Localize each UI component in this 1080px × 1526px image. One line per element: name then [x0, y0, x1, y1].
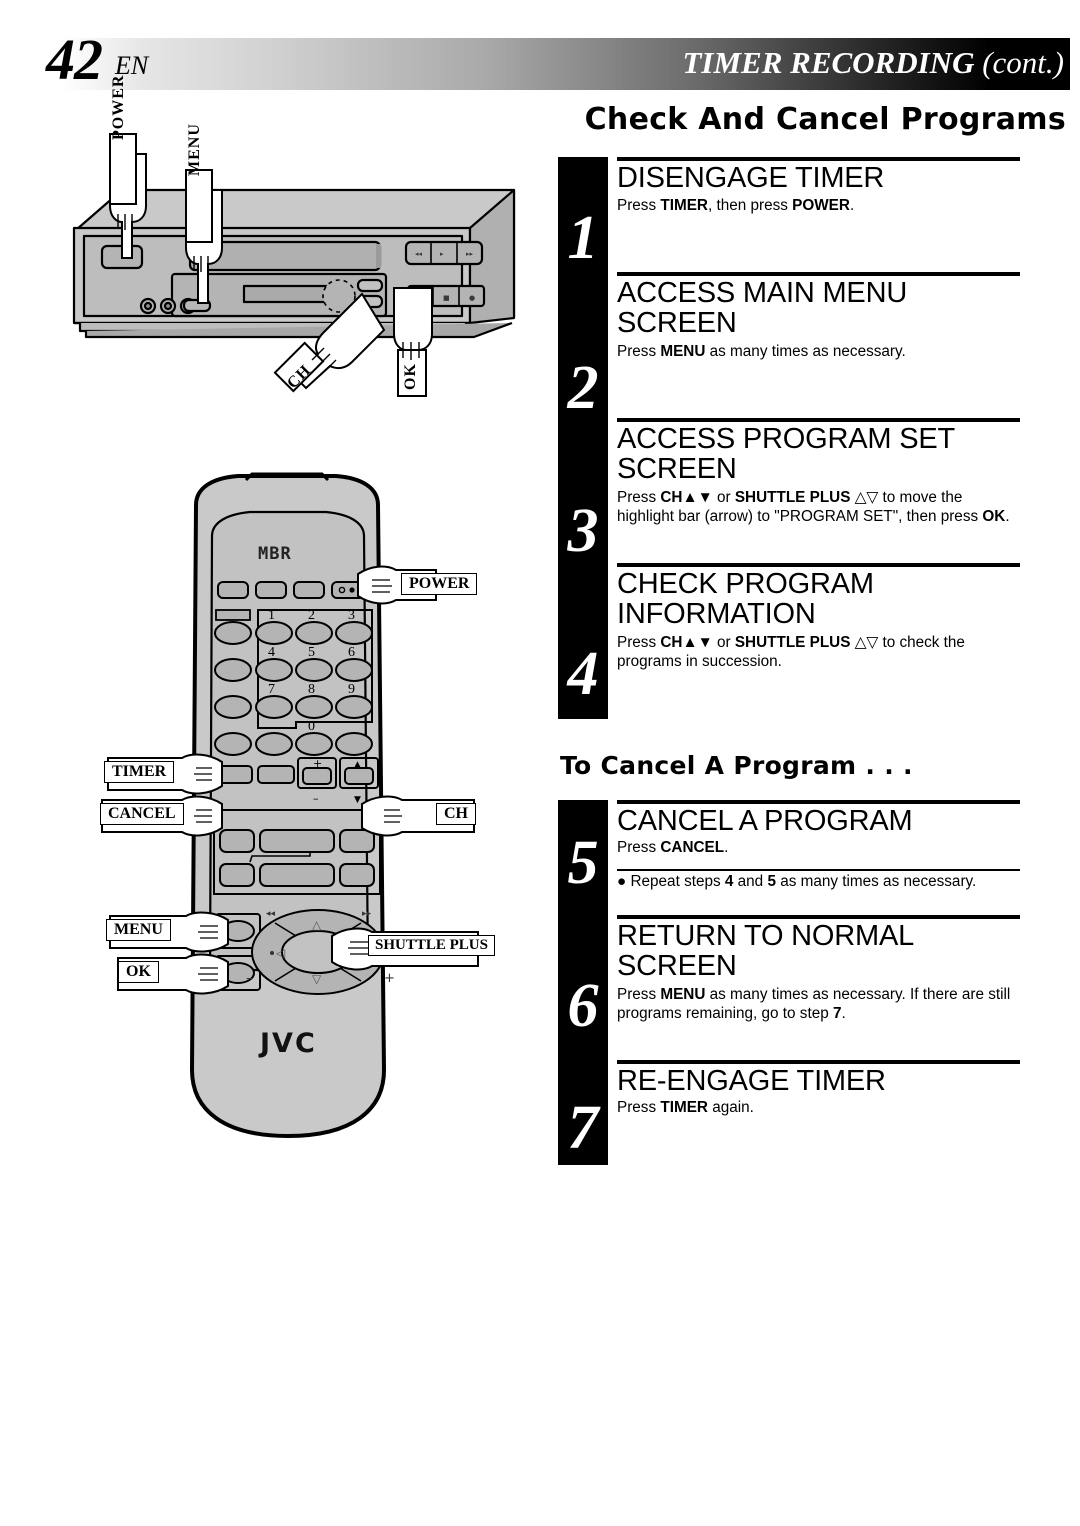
step-body-5: Press CANCEL. — [617, 839, 729, 856]
step-rule-7 — [617, 1060, 1020, 1064]
step-number-6: 6 — [567, 972, 599, 1040]
remote-callout-label-power: POWER — [401, 573, 478, 595]
step-number-7: 7 — [567, 1094, 599, 1162]
keypad-label-2: 2 — [308, 608, 315, 623]
svg-text:◂◂: ◂◂ — [415, 250, 423, 258]
step-heading-3: ACCESS PROGRAM SET SCREEN — [617, 423, 955, 485]
subsection-title: To Cancel A Program . . . — [560, 751, 913, 780]
header-title: TIMER RECORDING (cont.) — [682, 46, 1064, 80]
step-body-6: Press MENU as many times as necessary. I… — [617, 986, 1011, 1022]
keypad-label-8: 8 — [308, 682, 315, 697]
vcr-callout-label-power: POWER — [110, 74, 127, 140]
step-number-4: 4 — [567, 640, 599, 708]
keypad-label-0: 0 — [308, 719, 315, 734]
keypad-label-7: 7 — [268, 682, 275, 697]
svg-text:+: + — [313, 757, 322, 770]
keypad-label-5: 5 — [308, 645, 315, 660]
step-rule-4 — [617, 563, 1020, 567]
keypad-label-9: 9 — [348, 682, 355, 697]
step-body-7: Press TIMER again. — [617, 1099, 754, 1116]
svg-text:◂◂: ◂◂ — [266, 909, 276, 919]
step-rule-3 — [617, 418, 1020, 422]
step-heading-1: DISENGAGE TIMER — [617, 162, 885, 194]
remote-brand-top: MBR — [258, 544, 292, 564]
vcr-callout-label-menu: MENU — [186, 123, 203, 176]
step-rule-5 — [617, 800, 1020, 804]
step-number-3: 3 — [567, 497, 599, 565]
keypad-label-1: 1 — [268, 608, 275, 623]
step-number-2: 2 — [567, 354, 599, 422]
remote-callout-label-shuttle-plus: SHUTTLE PLUS — [368, 935, 495, 956]
remote-callout-label-menu: MENU — [106, 919, 171, 941]
step-rule-1 — [617, 157, 1020, 161]
header-title-cont: (cont.) — [982, 45, 1064, 80]
vcr-callout-label-ok: OK — [402, 363, 419, 390]
remote-brand-bottom: JVC — [260, 1028, 317, 1059]
keypad-label-6: 6 — [348, 645, 355, 660]
step-number-5: 5 — [567, 829, 599, 897]
step-heading-5: CANCEL A PROGRAM — [617, 805, 913, 837]
svg-text:–: – — [313, 792, 319, 805]
section-title: Check And Cancel Programs — [584, 102, 1066, 137]
step-rule-2 — [617, 272, 1020, 276]
header-title-main: TIMER RECORDING — [682, 45, 975, 80]
step-body-1: Press TIMER, then press POWER. — [617, 197, 855, 214]
step-note-rule-5 — [617, 869, 1020, 871]
step-rule-6 — [617, 915, 1020, 919]
svg-text:▲: ▲ — [354, 760, 361, 770]
keypad-label-3: 3 — [348, 608, 355, 623]
shuttle-up-glyph: △ — [312, 918, 322, 932]
step-number-1: 1 — [567, 204, 599, 272]
step-body-2: Press MENU as many times as necessary. — [617, 343, 906, 360]
svg-text:▸: ▸ — [440, 250, 444, 258]
step-heading-2: ACCESS MAIN MENU SCREEN — [617, 277, 908, 339]
shuttle-down-glyph: ▽ — [312, 972, 322, 986]
svg-text:●: ● — [469, 294, 475, 302]
shuttle-left-glyph: ◁ — [275, 946, 285, 960]
step-heading-4: CHECK PROGRAM INFORMATION — [617, 568, 874, 630]
step-body-4: Press CH▲▼ or SHUTTLE PLUS △▽ to check t… — [617, 634, 965, 670]
svg-text:▸▸: ▸▸ — [362, 909, 372, 919]
remote-callout-label-timer: TIMER — [104, 761, 175, 783]
step-heading-7: RE-ENGAGE TIMER — [617, 1065, 886, 1097]
svg-text:▼: ▼ — [354, 795, 361, 805]
remote-callout-label-ok: OK — [118, 961, 159, 983]
svg-text:+: + — [384, 971, 395, 986]
step-note-5: ● Repeat steps 4 and 5 as many times as … — [617, 873, 977, 890]
manual-page: 42 EN TIMER RECORDING (cont.) Check And … — [0, 0, 1080, 1526]
page-number: 42 — [46, 27, 103, 92]
svg-text:■: ■ — [443, 294, 450, 302]
step-body-3: Press CH▲▼ or SHUTTLE PLUS △▽ to move th… — [617, 489, 1010, 525]
vcr-figure: ◂◂▸▸▸ ●■● — [62, 75, 532, 408]
keypad-label-4: 4 — [268, 645, 275, 660]
step-heading-6: RETURN TO NORMAL SCREEN — [617, 920, 913, 982]
remote-callout-label-cancel: CANCEL — [100, 803, 184, 825]
remote-callout-label-ch: CH — [436, 803, 476, 825]
svg-text:▸▸: ▸▸ — [466, 250, 474, 258]
remote-figure: + ▲ – ▼ △ ▽ ◁ – + ◂◂ ▸▸ MBR JVC 1 2 3 4 … — [100, 470, 495, 1170]
svg-text:–: – — [246, 971, 253, 986]
